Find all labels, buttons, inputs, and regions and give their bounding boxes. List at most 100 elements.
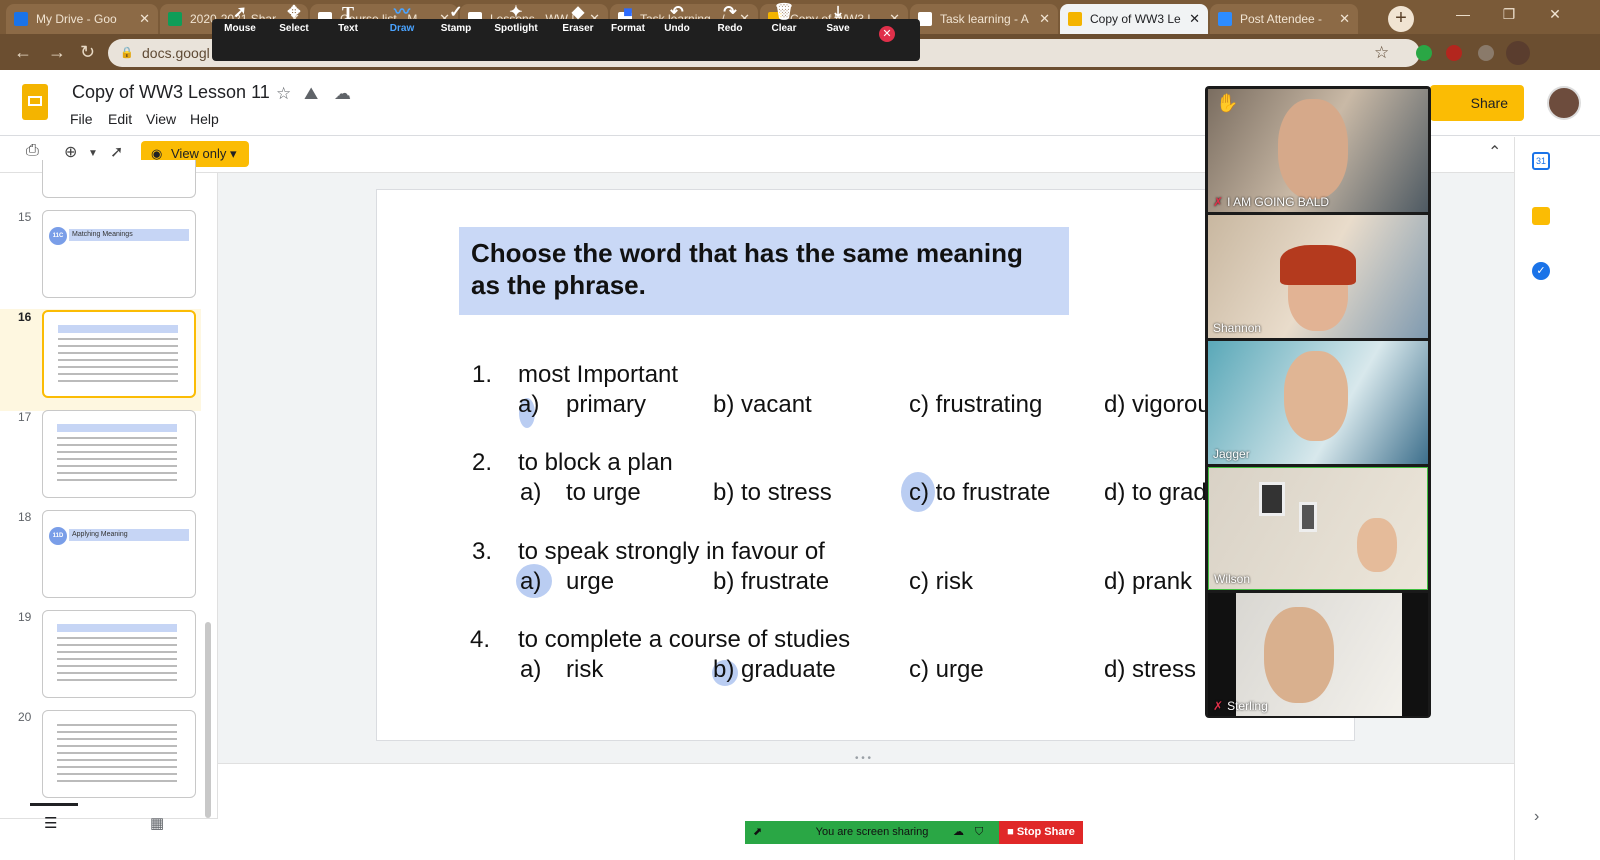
text-icon: T: [341, 3, 354, 23]
extension-icon[interactable]: [1446, 45, 1462, 61]
star-icon[interactable]: ☆: [276, 84, 291, 104]
save-icon: ⤓: [834, 4, 842, 21]
thumbnail-content: [58, 320, 178, 387]
menu-file[interactable]: File: [70, 111, 93, 127]
stop-share-button[interactable]: ■ Stop Share: [999, 821, 1083, 844]
thumbnail-content: [57, 619, 177, 686]
sheets-icon: [168, 12, 182, 26]
question-number: 1.: [467, 353, 509, 397]
select-tool[interactable]: ✥ Select: [268, 3, 320, 34]
print-icon[interactable]: ⎙: [26, 142, 39, 160]
menu-help[interactable]: Help: [190, 111, 219, 127]
keep-icon[interactable]: [1532, 207, 1550, 225]
participant-face: [1264, 607, 1334, 703]
drive-icon: [14, 12, 28, 26]
video-tile[interactable]: Shannon: [1208, 215, 1428, 338]
draw-tool[interactable]: 〰 Draw: [376, 3, 428, 34]
move-to-drive-icon[interactable]: ⛰: [304, 84, 318, 104]
google-side-panel: [1514, 137, 1600, 860]
chevron-down-icon[interactable]: ▼: [88, 148, 98, 159]
account-avatar[interactable]: [1547, 86, 1581, 120]
clear-tool[interactable]: 🗑 Clear: [758, 3, 810, 34]
new-tab-button[interactable]: +: [1388, 6, 1414, 32]
window-close-button[interactable]: ✕: [1532, 0, 1578, 30]
browser-tab-active[interactable]: Copy of WW3 Le ✕: [1060, 4, 1208, 34]
spotlight-tool[interactable]: ✦ Spotlight: [490, 3, 542, 34]
close-icon[interactable]: ✕: [1339, 11, 1350, 27]
select-cursor-icon[interactable]: ➚: [110, 142, 123, 162]
collapse-chevron-icon[interactable]: ⌃: [1488, 142, 1501, 162]
eraser-tool[interactable]: ◆ Eraser: [552, 3, 604, 34]
expand-panel-icon[interactable]: ›: [1534, 808, 1539, 826]
option-text: b) to stress: [713, 479, 832, 506]
close-icon[interactable]: ✕: [139, 11, 150, 27]
question-text: to speak strongly in favour of: [518, 538, 825, 565]
question-text: to complete a course of studies: [518, 626, 851, 653]
profile-avatar[interactable]: [1506, 41, 1530, 65]
option-text: c) frustrating: [909, 391, 1043, 418]
mouse-tool[interactable]: ➚ Mouse: [214, 3, 266, 34]
text-tool[interactable]: T Text: [322, 3, 374, 34]
video-tile[interactable]: ✋ ✗ I AM GOING BALD: [1208, 89, 1428, 212]
wall-frame: [1299, 502, 1317, 532]
zoom-icon[interactable]: ⊕: [64, 142, 77, 162]
slide-thumbnail[interactable]: [42, 410, 196, 498]
browser-tab[interactable]: Task learning - A ✕: [910, 4, 1058, 34]
slide-thumbnail[interactable]: [42, 710, 196, 798]
list-view-underline: [30, 803, 78, 806]
option-text: d) to grad: [1104, 479, 1205, 506]
option-text: primary: [566, 391, 647, 418]
close-annotation-button[interactable]: ✕: [879, 26, 895, 42]
extension-icon[interactable]: [1416, 45, 1432, 61]
slide-number: 18: [18, 510, 32, 524]
browser-tab[interactable]: My Drive - Goo ✕: [6, 4, 158, 34]
zoom-icon: [1218, 12, 1232, 26]
video-tile[interactable]: Jagger: [1208, 341, 1428, 464]
checkmark-icon: ✓: [449, 4, 463, 21]
menu-edit[interactable]: Edit: [108, 111, 132, 127]
bookmark-star-icon[interactable]: ☆: [1374, 43, 1389, 63]
redo-tool[interactable]: ↷ Redo: [704, 3, 756, 34]
option-text: d) stress: [1104, 656, 1197, 683]
reload-icon[interactable]: ↻: [80, 42, 95, 63]
participant-face: [1284, 351, 1348, 441]
video-tile-active-speaker[interactable]: Wilson: [1208, 467, 1428, 590]
filmstrip-scrollbar[interactable]: [205, 622, 211, 818]
slide-thumbnail[interactable]: 11D Applying Meaning: [42, 510, 196, 598]
extensions-puzzle-icon[interactable]: [1478, 45, 1494, 61]
slide-thumbnail-selected[interactable]: [42, 310, 196, 398]
video-tile[interactable]: ✗ Sterling: [1208, 593, 1428, 716]
list-view-icon[interactable]: ☰: [44, 814, 57, 832]
stamp-tool[interactable]: ✓ Stamp: [430, 3, 482, 34]
calendar-icon[interactable]: 31: [1532, 152, 1550, 170]
menu-view[interactable]: View: [146, 111, 176, 127]
slide-thumbnail[interactable]: 11C Matching Meanings: [42, 210, 196, 298]
undo-tool[interactable]: ↶ Undo: [651, 3, 703, 34]
share-button[interactable]: Share: [1430, 85, 1524, 121]
slides-logo-icon[interactable]: [22, 84, 48, 120]
forward-icon[interactable]: →: [48, 42, 66, 63]
grid-view-icon[interactable]: ▦: [150, 814, 164, 832]
share-icon: ⬈: [753, 826, 763, 838]
save-tool[interactable]: ⤓ Save: [812, 3, 864, 34]
maximize-button[interactable]: ❐: [1486, 0, 1532, 30]
format-tool[interactable]: ■ Format: [602, 3, 654, 34]
cloud-saved-icon[interactable]: ☁: [334, 84, 351, 104]
lesson-badge: 11C: [49, 227, 67, 245]
screen-share-status-bar[interactable]: ⬈ You are screen sharing ☁ ⛉: [745, 821, 999, 844]
raised-hand-icon: ✋: [1216, 93, 1239, 113]
doc-title[interactable]: Copy of WW3 Lesson 11: [72, 82, 270, 103]
slide-thumbnail[interactable]: [42, 610, 196, 698]
minimize-button[interactable]: —: [1440, 0, 1486, 30]
close-icon[interactable]: ✕: [1039, 11, 1050, 27]
option-text: urge: [566, 568, 615, 595]
browser-tab[interactable]: Post Attendee - ✕: [1210, 4, 1358, 34]
option-letter: a): [520, 568, 542, 595]
tasks-icon[interactable]: ✓: [1532, 262, 1550, 280]
slide-thumbnail[interactable]: [42, 160, 196, 198]
thumbnail-heading: Applying Meaning: [69, 529, 189, 541]
back-icon[interactable]: ←: [14, 42, 32, 63]
close-icon[interactable]: ✕: [1189, 11, 1200, 27]
resize-handle-icon[interactable]: • • •: [855, 753, 871, 764]
redo-icon: ↷: [723, 4, 737, 21]
